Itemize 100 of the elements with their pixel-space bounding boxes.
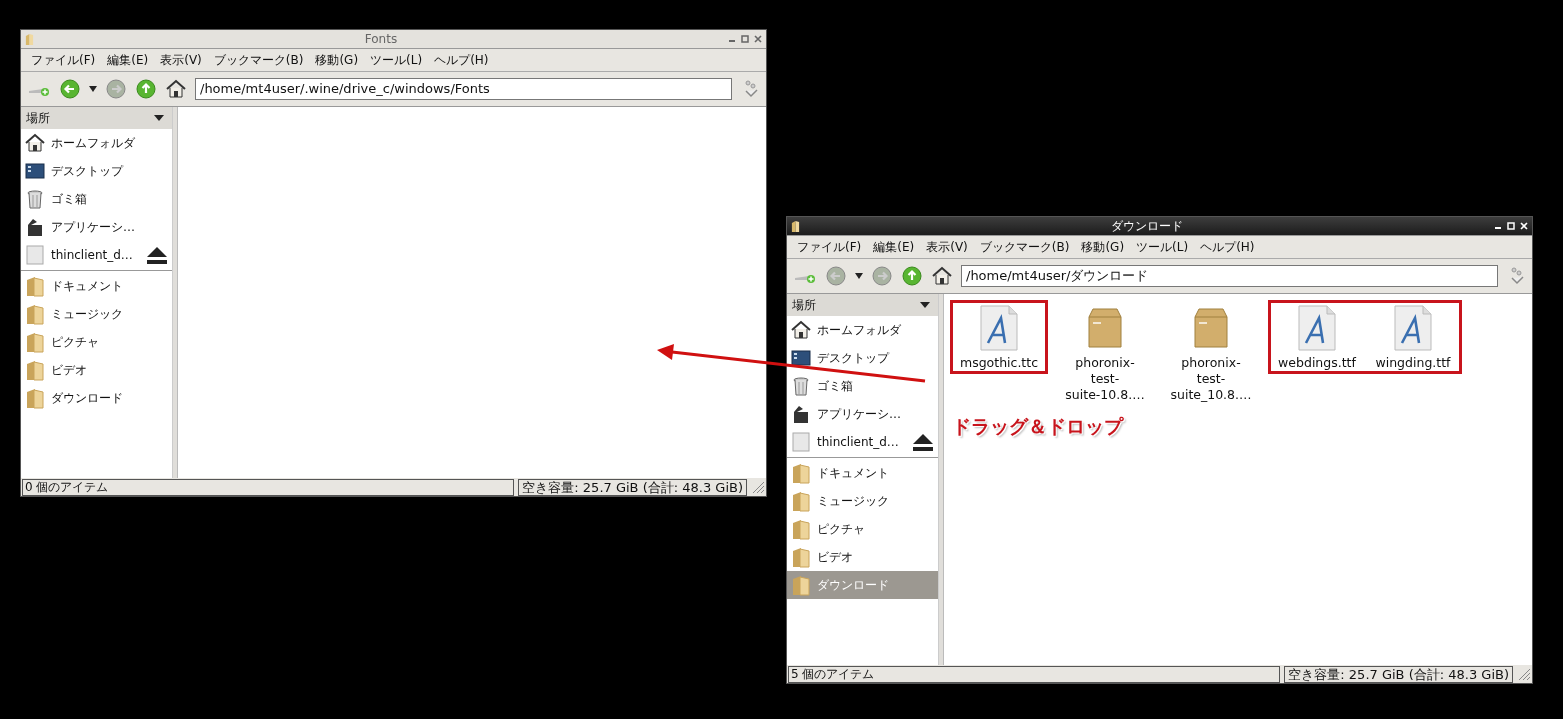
sidebar-label: アプリケーシ… — [817, 405, 901, 423]
sidebar-label: ミュージック — [51, 305, 123, 323]
sidebar-label: アプリケーシ… — [51, 218, 135, 236]
folder-icon — [791, 462, 811, 484]
sidebar-label: ピクチャ — [817, 520, 865, 538]
menu-item[interactable]: ツール(L) — [364, 51, 429, 69]
places-dropdown[interactable]: 場所 — [21, 107, 172, 129]
status-text: 0 個のアイテム — [22, 478, 515, 496]
sidebar-label: ダウンロード — [817, 576, 889, 594]
house-icon — [791, 320, 811, 340]
dropdown-arrow-icon[interactable] — [89, 86, 97, 92]
desktop-icon — [25, 161, 45, 181]
file-item[interactable]: phoronix- test- suite_10.8.… — [1169, 303, 1253, 403]
dropdown-arrow-icon — [154, 115, 164, 121]
menu-item[interactable]: 編集(E) — [101, 51, 155, 69]
menu-item[interactable]: ファイル(F) — [791, 238, 868, 256]
eject-icon[interactable] — [146, 246, 168, 264]
dropdown-arrow-icon[interactable] — [855, 273, 863, 279]
status-text: 5 個のアイテム — [788, 665, 1281, 683]
house-icon — [25, 133, 45, 153]
home-icon[interactable] — [931, 265, 953, 287]
sidebar-label: ホームフォルダ — [817, 321, 901, 339]
clapperboard-icon — [25, 217, 45, 237]
window-title: ダウンロード — [1110, 217, 1184, 235]
status-text: 空き容量: 25.7 GiB (合計: 48.3 GiB) — [518, 478, 747, 496]
sidebar-item[interactable]: ミュージック — [787, 487, 938, 515]
file-item[interactable]: webdings.ttf — [1275, 303, 1359, 371]
sidebar-item[interactable]: ダウンロード — [21, 384, 172, 412]
folder-icon — [791, 490, 811, 512]
folder-icon — [25, 359, 45, 381]
sidebar-item[interactable]: ホームフォルダ — [21, 129, 172, 157]
file-name: webdings.ttf — [1278, 355, 1356, 371]
file-name: wingding.ttf — [1375, 355, 1451, 371]
desktop-icon — [791, 348, 811, 368]
sidebar-item[interactable]: ゴミ箱 — [787, 372, 938, 400]
places-dropdown[interactable]: 場所 — [787, 294, 938, 316]
sidebar-item[interactable]: デスクトップ — [21, 157, 172, 185]
sidebar-item[interactable]: thinclient_d… — [787, 428, 938, 456]
menu-item[interactable]: 移動(G) — [1075, 238, 1131, 256]
box-icon — [1191, 305, 1231, 351]
window-title: Fonts — [363, 32, 399, 46]
resize-grip-icon[interactable] — [751, 480, 765, 494]
sidebar-item[interactable]: アプリケーシ… — [21, 213, 172, 241]
folder-icon — [25, 32, 34, 46]
address-field[interactable]: /home/mt4user/ダウンロード — [961, 265, 1498, 287]
menu-item[interactable]: 表示(V) — [154, 51, 208, 69]
file-item[interactable]: wingding.ttf — [1371, 303, 1455, 371]
sidebar-item[interactable]: ドキュメント — [21, 272, 172, 300]
file-name: msgothic.ttc — [959, 355, 1039, 371]
eject-icon[interactable] — [912, 433, 934, 451]
trash-icon — [25, 189, 45, 209]
folder-icon — [791, 518, 811, 540]
box-icon — [1085, 305, 1125, 351]
home-icon[interactable] — [165, 78, 187, 100]
clapperboard-icon — [791, 404, 811, 424]
sidebar-label: ゴミ箱 — [817, 377, 853, 395]
sidebar-item[interactable]: ミュージック — [21, 300, 172, 328]
status-text: 空き容量: 25.7 GiB (合計: 48.3 GiB) — [1284, 665, 1513, 683]
sidebar-item[interactable]: ビデオ — [21, 356, 172, 384]
sidebar-item[interactable]: ビデオ — [787, 543, 938, 571]
folder-icon — [25, 303, 45, 325]
sidebar-item[interactable]: thinclient_d… — [21, 241, 172, 269]
sidebar-item[interactable]: ドキュメント — [787, 459, 938, 487]
folder-icon — [25, 387, 45, 409]
sidebar-item[interactable]: ピクチャ — [21, 328, 172, 356]
menu-item[interactable]: 移動(G) — [309, 51, 365, 69]
resize-grip-icon[interactable] — [1517, 667, 1531, 681]
menu-item[interactable]: ヘルプ(H) — [428, 51, 495, 69]
menu-item[interactable]: ファイル(F) — [25, 51, 102, 69]
file-name: phoronix- test- suite_10.8.… — [1170, 355, 1252, 403]
sidebar-item[interactable]: アプリケーシ… — [787, 400, 938, 428]
file-name: phoronix- test- suite-10.8.… — [1065, 355, 1145, 403]
folder-icon — [25, 331, 45, 353]
menu-item[interactable]: 表示(V) — [920, 238, 974, 256]
font-file-icon — [1297, 305, 1337, 351]
trash-icon — [791, 376, 811, 396]
address-field[interactable]: /home/mt4user/.wine/drive_c/windows/Fonts — [195, 78, 732, 100]
folder-icon — [791, 574, 811, 596]
folder-icon — [25, 275, 45, 297]
menu-item[interactable]: ブックマーク(B) — [207, 51, 310, 69]
font-file-icon — [1393, 305, 1433, 351]
sidebar-label: ダウンロード — [51, 389, 123, 407]
sidebar-label: thinclient_d… — [51, 248, 133, 262]
sidebar-label: デスクトップ — [51, 162, 123, 180]
sidebar-item[interactable]: デスクトップ — [787, 344, 938, 372]
font-file-icon — [979, 305, 1019, 351]
sidebar-label: ミュージック — [817, 492, 889, 510]
sidebar-item[interactable]: ホームフォルダ — [787, 316, 938, 344]
sidebar-label: ホームフォルダ — [51, 134, 135, 152]
sidebar-item[interactable]: ピクチャ — [787, 515, 938, 543]
annotation-text: ドラッグ＆ドロップ — [952, 414, 1123, 439]
drive-icon — [791, 432, 811, 452]
menu-item[interactable]: ヘルプ(H) — [1194, 238, 1261, 256]
menu-item[interactable]: 編集(E) — [867, 238, 921, 256]
menu-item[interactable]: ツール(L) — [1130, 238, 1195, 256]
sidebar-item[interactable]: ゴミ箱 — [21, 185, 172, 213]
menu-item[interactable]: ブックマーク(B) — [973, 238, 1076, 256]
drive-icon — [25, 245, 45, 265]
file-item[interactable]: phoronix- test- suite-10.8.… — [1063, 303, 1147, 403]
sidebar-label: thinclient_d… — [817, 435, 899, 449]
